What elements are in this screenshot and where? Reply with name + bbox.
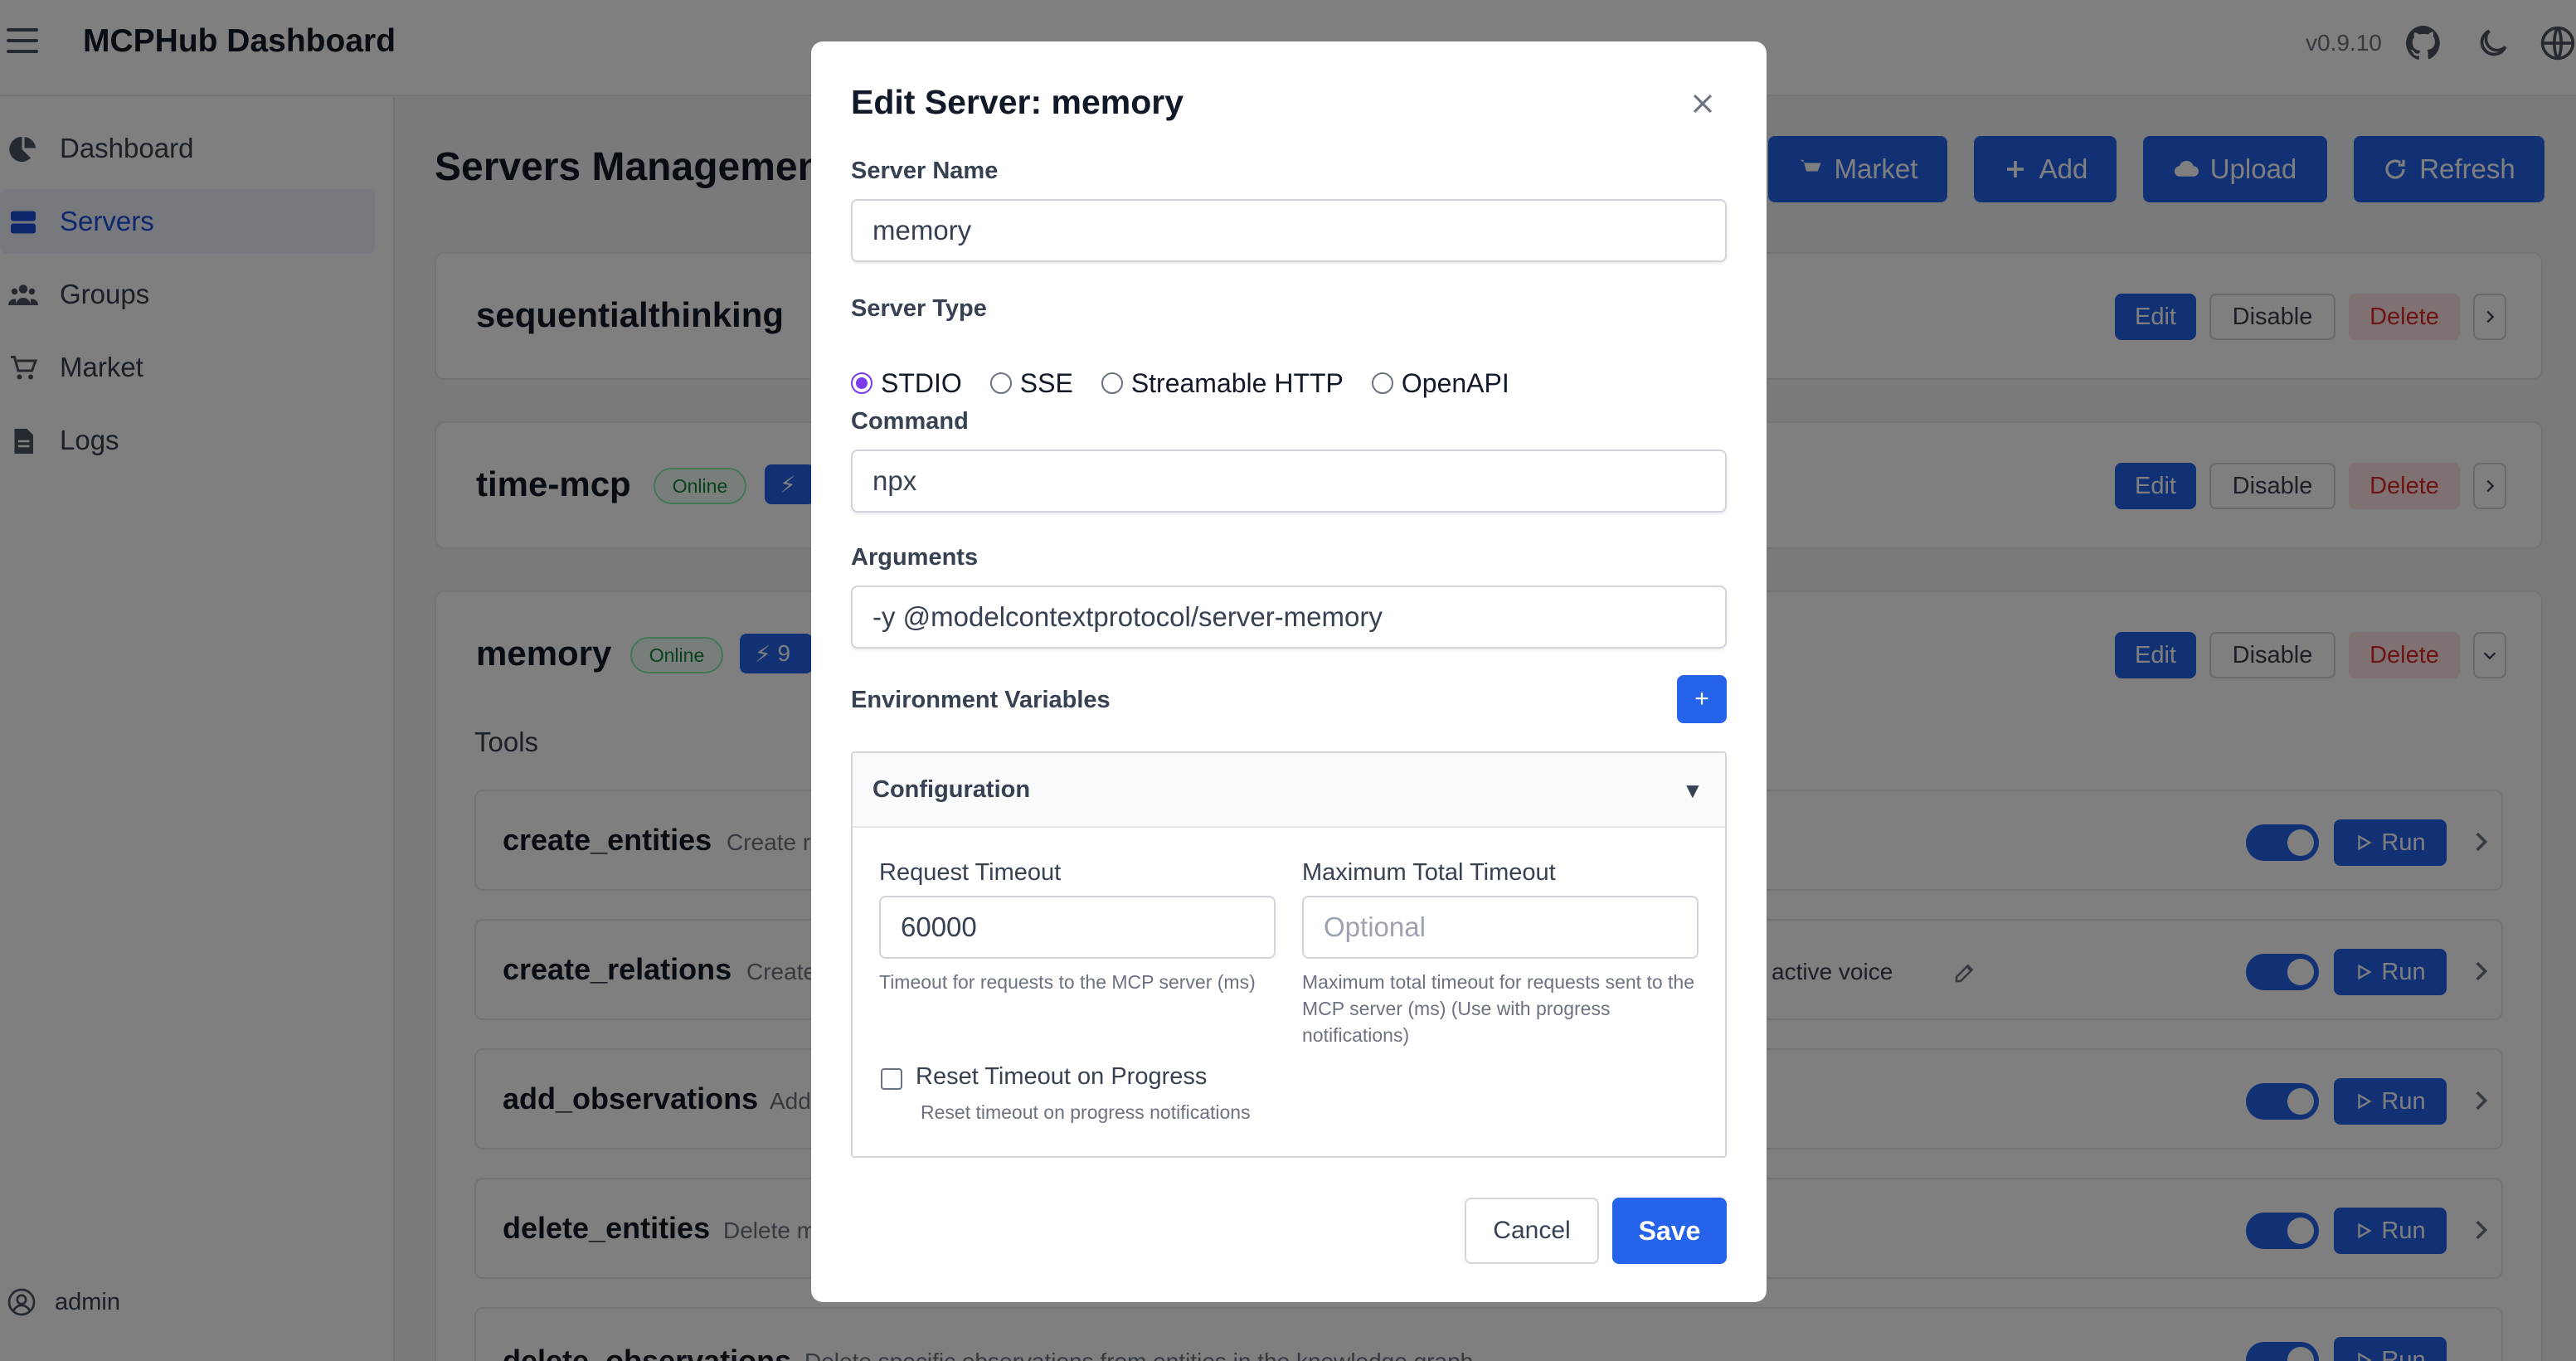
request-timeout-input[interactable] (879, 896, 1276, 959)
server-name-input[interactable] (851, 199, 1727, 262)
radio-openapi[interactable]: OpenAPI (1371, 367, 1509, 399)
arguments-label: Arguments (851, 544, 979, 571)
command-label: Command (851, 408, 969, 435)
radio-dot[interactable] (989, 372, 1012, 394)
max-timeout-input[interactable] (1302, 896, 1699, 959)
caret-down-icon: ▼ (1682, 778, 1704, 803)
server-type-label: Server Type (851, 295, 987, 322)
cancel-button[interactable]: Cancel (1465, 1198, 1599, 1264)
max-timeout-label: Maximum Total Timeout (1302, 859, 1556, 886)
max-timeout-help: Maximum total timeout for requests sent … (1302, 971, 1694, 1046)
command-input[interactable] (851, 450, 1727, 513)
edit-server-dialog: Edit Server: memory Server Name Server T… (811, 41, 1767, 1302)
radio-label: OpenAPI (1401, 367, 1509, 398)
radio-dot[interactable] (1101, 372, 1123, 394)
reset-timeout-checkbox[interactable] (881, 1068, 902, 1090)
radio-dot[interactable] (1371, 372, 1393, 394)
arguments-input[interactable] (851, 586, 1727, 649)
configuration-section: Configuration ▼ Request Timeout Timeout … (851, 751, 1727, 1158)
env-vars-label: Environment Variables (851, 687, 1111, 713)
dialog-title: Edit Server: memory (851, 83, 1184, 121)
radio-sse[interactable]: SSE (989, 367, 1073, 399)
radio-dot[interactable] (851, 372, 872, 394)
server-name-label: Server Name (851, 158, 999, 184)
request-timeout-label: Request Timeout (879, 859, 1062, 886)
configuration-header[interactable]: Configuration ▼ (853, 753, 1725, 828)
close-icon[interactable] (1689, 90, 1717, 118)
add-env-var-button[interactable]: + (1677, 675, 1727, 723)
radio-label: Streamable HTTP (1130, 367, 1344, 398)
server-type-radio-group: STDIO SSE Streamable HTTP OpenAPI (851, 365, 1538, 401)
reset-timeout-help: Reset timeout on progress notifications (921, 1101, 1251, 1123)
radio-stdio[interactable]: STDIO (851, 368, 962, 399)
request-timeout-help: Timeout for requests to the MCP server (… (879, 971, 1256, 993)
reset-timeout-label: Reset Timeout on Progress (916, 1063, 1208, 1090)
radio-streamable-http[interactable]: Streamable HTTP (1101, 368, 1344, 399)
configuration-title: Configuration (872, 776, 1031, 803)
radio-label: STDIO (881, 367, 962, 398)
save-button[interactable]: Save (1612, 1198, 1727, 1264)
radio-label: SSE (1019, 367, 1073, 398)
